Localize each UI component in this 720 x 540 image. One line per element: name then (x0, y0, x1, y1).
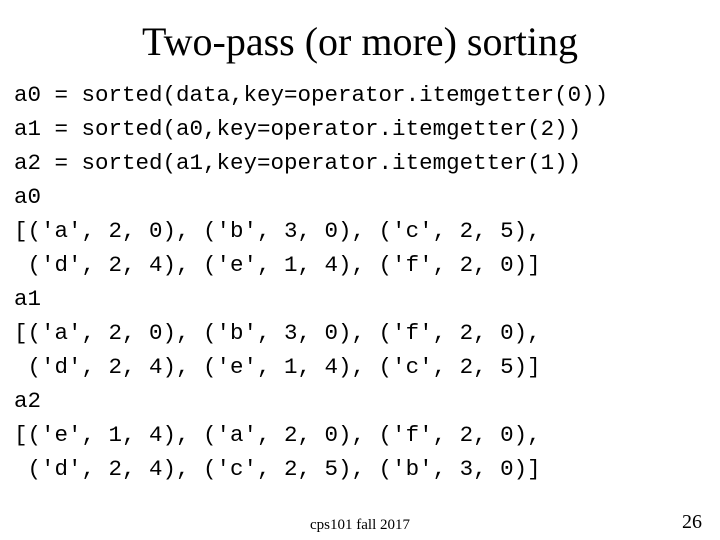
code-line: ('d', 2, 4), ('c', 2, 5), ('b', 3, 0)] (14, 456, 541, 482)
code-line: a1 (14, 286, 41, 312)
code-line: ('d', 2, 4), ('e', 1, 4), ('c', 2, 5)] (14, 354, 541, 380)
code-line: a0 (14, 184, 41, 210)
code-line: a2 = sorted(a1,key=operator.itemgetter(1… (14, 150, 581, 176)
code-line: [('a', 2, 0), ('b', 3, 0), ('c', 2, 5), (14, 218, 541, 244)
page-number: 26 (682, 511, 702, 534)
code-line: ('d', 2, 4), ('e', 1, 4), ('f', 2, 0)] (14, 252, 541, 278)
code-line: a1 = sorted(a0,key=operator.itemgetter(2… (14, 116, 581, 142)
footer-course: cps101 fall 2017 (0, 517, 720, 534)
code-line: a0 = sorted(data,key=operator.itemgetter… (14, 82, 608, 108)
code-line: [('e', 1, 4), ('a', 2, 0), ('f', 2, 0), (14, 422, 541, 448)
code-line: a2 (14, 388, 41, 414)
code-block: a0 = sorted(data,key=operator.itemgetter… (14, 78, 710, 486)
slide: Two-pass (or more) sorting a0 = sorted(d… (0, 0, 720, 540)
code-line: [('a', 2, 0), ('b', 3, 0), ('f', 2, 0), (14, 320, 541, 346)
slide-title: Two-pass (or more) sorting (0, 18, 720, 65)
